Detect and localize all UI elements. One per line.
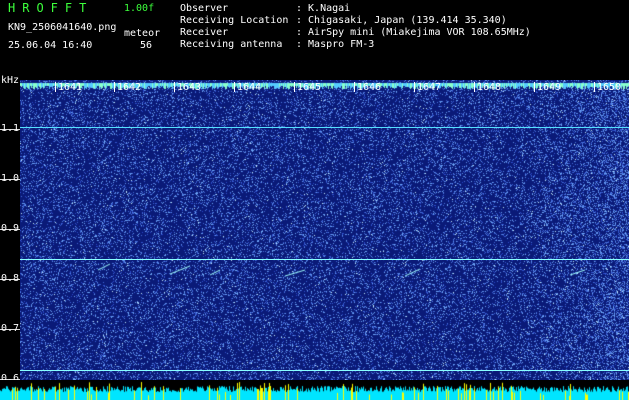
x-tick-label: 1641 xyxy=(54,82,83,93)
reference-line xyxy=(20,370,629,371)
meteor-count: 56 xyxy=(140,40,153,51)
spectrogram-canvas xyxy=(20,80,629,380)
activity-bar xyxy=(0,380,629,400)
x-tick-label: 1650 xyxy=(593,82,622,93)
x-tick-label: 1643 xyxy=(173,82,202,93)
x-tick-label: 1645 xyxy=(293,82,322,93)
x-tick-label: 1647 xyxy=(413,82,442,93)
observer-label: Observer xyxy=(180,3,229,14)
y-tick-label: 1.1 xyxy=(1,123,20,134)
spectrogram xyxy=(20,80,629,380)
y-tick-label: 1.0 xyxy=(1,173,20,184)
location-value: : Chigasaki, Japan (139.414 35.340) xyxy=(296,15,507,26)
app-logo: HROFFT xyxy=(8,1,94,15)
y-axis: kHz 1.1 1.0 0.9 0.8 0.7 0.6 xyxy=(0,75,20,400)
receiver-value: : AirSpy mini (Miakejima VOR 108.65MHz) xyxy=(296,27,531,38)
meteor-label: meteor xyxy=(124,28,161,39)
file-name: KN9_2506041640.png xyxy=(8,22,117,33)
antenna-label: Receiving antenna xyxy=(180,39,283,50)
location-label: Receiving Location xyxy=(180,15,289,26)
antenna-value: : Maspro FM-3 xyxy=(296,39,375,50)
reference-line xyxy=(20,127,629,128)
y-tick-label: 0.7 xyxy=(1,323,20,334)
x-tick-label: 1644 xyxy=(233,82,262,93)
y-tick-label: 0.8 xyxy=(1,273,20,284)
header-panel: HROFFT 1.00f KN9_2506041640.png 25.06.04… xyxy=(0,0,629,80)
x-tick-label: 1642 xyxy=(113,82,142,93)
date-time: 25.06.04 16:40 xyxy=(8,40,93,51)
x-tick-label: 1646 xyxy=(353,82,382,93)
y-tick-label: 0.9 xyxy=(1,223,20,234)
receiver-label: Receiver xyxy=(180,27,229,38)
app-version: 1.00f xyxy=(124,3,155,14)
x-tick-label: 1649 xyxy=(533,82,562,93)
y-axis-unit: kHz xyxy=(1,75,20,86)
observer-value: : K.Nagai xyxy=(296,3,351,14)
x-tick-label: 1648 xyxy=(473,82,502,93)
reference-line xyxy=(20,259,629,260)
